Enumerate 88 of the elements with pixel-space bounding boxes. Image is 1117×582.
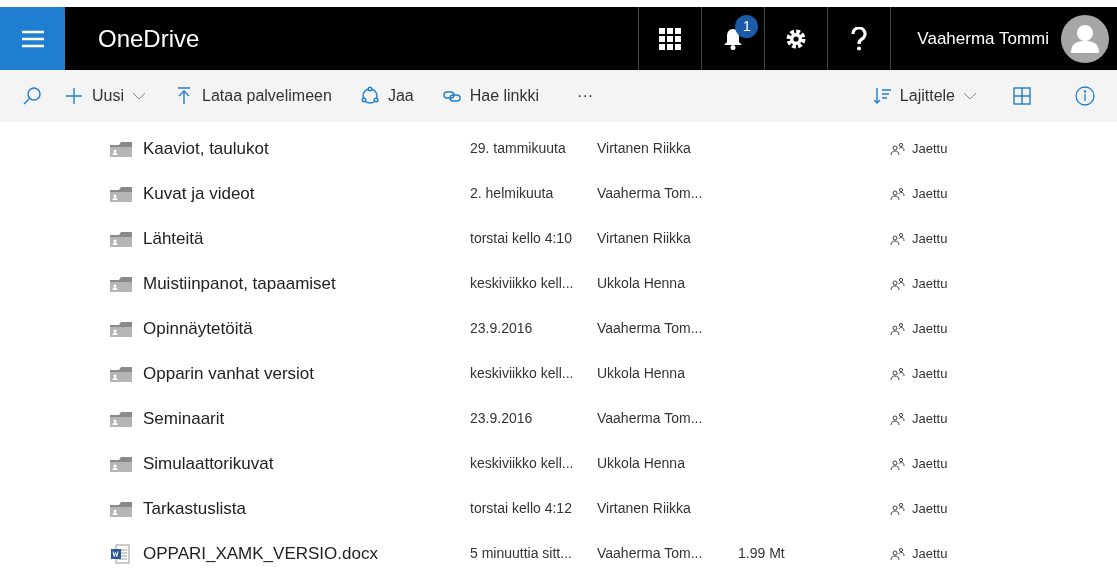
- tiles-icon: [1013, 87, 1031, 105]
- shared-folder-icon: [110, 500, 132, 517]
- upload-button[interactable]: Lataa palvelimeen: [174, 84, 332, 108]
- shared-people-icon: [890, 456, 906, 471]
- file-name[interactable]: Kuvat ja videot: [143, 180, 470, 207]
- grid-icon: [659, 27, 682, 50]
- file-name[interactable]: OPPARI_XAMK_VERSIO.docx: [143, 540, 470, 567]
- plus-icon: [64, 86, 84, 106]
- modified-by: Virtanen Riikka: [597, 499, 692, 518]
- shared-people-icon: [890, 411, 906, 426]
- shared-folder-icon: [110, 185, 132, 202]
- new-button[interactable]: Uusi: [64, 84, 146, 108]
- file-name[interactable]: Seminaarit: [143, 405, 470, 432]
- sharing-status: Jaettu: [912, 274, 948, 293]
- shared-folder-icon: [110, 365, 132, 382]
- shared-folder-icon: [110, 410, 132, 427]
- info-icon: [1075, 86, 1095, 106]
- modified-date: 29. tammikuuta: [470, 139, 567, 158]
- file-name[interactable]: Kaaviot, taulukot: [143, 135, 470, 162]
- file-name[interactable]: Muistiinpanot, tapaamiset: [143, 270, 470, 297]
- menu-button[interactable]: [0, 7, 65, 70]
- search-button[interactable]: [22, 86, 42, 106]
- modified-date: torstai kello 4:12: [470, 499, 573, 518]
- shared-folder-icon: [110, 230, 132, 247]
- shared-people-icon: [890, 276, 906, 291]
- bell-icon: [723, 27, 744, 50]
- modified-by: Virtanen Riikka: [597, 139, 692, 158]
- modified-by: Ukkola Henna: [597, 274, 686, 293]
- app-title: OneDrive: [98, 23, 200, 54]
- modified-by: Vaaherma Tom...: [597, 544, 704, 563]
- more-button[interactable]: ···: [577, 84, 594, 108]
- avatar-icon: [1061, 14, 1109, 63]
- modified-date: keskiviikko kell...: [470, 274, 575, 293]
- shared-people-icon: [890, 366, 906, 381]
- modified-date: 23.9.2016: [470, 409, 534, 428]
- search-icon: [22, 86, 42, 106]
- shared-people-icon: [890, 141, 906, 156]
- sort-button[interactable]: Lajittele: [873, 84, 977, 108]
- word-document-icon: [110, 543, 130, 564]
- shared-people-icon: [890, 501, 906, 516]
- modified-date: keskiviikko kell...: [470, 364, 575, 383]
- modified-date: 5 minuuttia sitt...: [470, 544, 573, 563]
- sharing-status: Jaettu: [912, 364, 948, 383]
- modified-date: torstai kello 4:10: [470, 229, 573, 248]
- modified-by: Ukkola Henna: [597, 454, 686, 473]
- sharing-status: Jaettu: [912, 409, 948, 428]
- file-name[interactable]: Tarkastuslista: [143, 495, 470, 522]
- sharing-status: Jaettu: [912, 139, 948, 158]
- sharing-status: Jaettu: [912, 229, 948, 248]
- file-name[interactable]: Lähteitä: [143, 225, 470, 252]
- sharing-status: Jaettu: [912, 499, 948, 518]
- modified-by: Ukkola Henna: [597, 364, 686, 383]
- chevron-down-icon: [132, 92, 146, 100]
- share-icon: [359, 86, 380, 106]
- chevron-down-icon: [963, 92, 977, 100]
- sharing-status: Jaettu: [912, 544, 948, 563]
- view-toggle-button[interactable]: [1013, 87, 1031, 105]
- share-button[interactable]: Jaa: [359, 84, 414, 108]
- file-name[interactable]: Opinnäytetöitä: [143, 315, 470, 342]
- info-button[interactable]: [1075, 86, 1095, 106]
- modified-by: Virtanen Riikka: [597, 229, 692, 248]
- menu-icon: [21, 29, 44, 48]
- settings-icon: [785, 27, 808, 50]
- shared-people-icon: [890, 546, 906, 561]
- file-size: 1.99 Mt: [738, 545, 785, 561]
- file-name[interactable]: Opparin vanhat versiot: [143, 360, 470, 387]
- shared-people-icon: [890, 186, 906, 201]
- shared-people-icon: [890, 321, 906, 336]
- shared-folder-icon: [110, 455, 132, 472]
- sort-icon: [873, 87, 892, 105]
- shared-folder-icon: [110, 320, 132, 337]
- modified-by: Vaaherma Tom...: [597, 319, 704, 338]
- file-name[interactable]: Simulaattorikuvat: [143, 450, 470, 477]
- notifications-button[interactable]: 1: [701, 7, 765, 70]
- modified-date: 2. helmikuuta: [470, 184, 555, 203]
- sharing-status: Jaettu: [912, 454, 948, 473]
- sharing-status: Jaettu: [912, 319, 948, 338]
- help-icon: [851, 26, 868, 51]
- modified-date: keskiviikko kell...: [470, 454, 575, 473]
- shared-folder-icon: [110, 275, 132, 292]
- shared-people-icon: [890, 231, 906, 246]
- link-button[interactable]: Hae linkki: [441, 84, 540, 108]
- shared-folder-icon: [110, 140, 132, 157]
- notification-badge: 1: [735, 15, 759, 38]
- modified-by: Vaaherma Tom...: [597, 409, 704, 428]
- modified-date: 23.9.2016: [470, 319, 534, 338]
- sharing-status: Jaettu: [912, 184, 948, 203]
- modified-by: Vaaherma Tom...: [597, 184, 704, 203]
